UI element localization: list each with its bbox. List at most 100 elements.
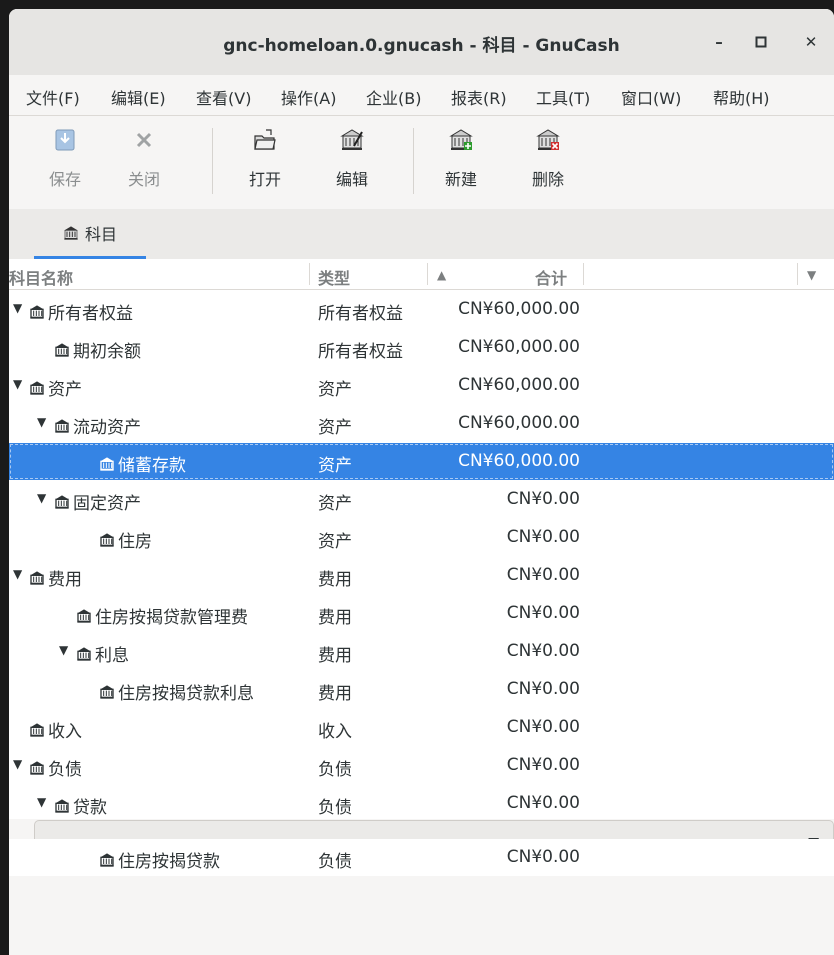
table-row[interactable]: ▼ 流动资产 资产 CN¥60,000.00 [9,405,834,442]
account-icon [77,646,91,661]
account-edit-icon [340,129,364,150]
account-icon [30,570,44,585]
account-total: CN¥0.00 [506,527,580,547]
expander-icon[interactable]: ▼ [13,377,27,391]
account-type: 资产 [318,494,352,514]
column-separator [427,263,428,285]
account-icon [55,418,69,433]
close-label: 关闭 [127,170,160,189]
account-type: 费用 [318,570,352,590]
account-total: CN¥0.00 [506,641,580,661]
account-total: CN¥0.00 [506,755,580,775]
close-button[interactable]: 关闭 [114,124,174,204]
expander-icon[interactable]: ▼ [13,567,27,581]
sort-ascending-icon[interactable]: ▲ [437,268,446,282]
delete-account-button[interactable]: 删除 [518,124,578,204]
column-type-header[interactable]: 类型 [318,265,350,289]
open-button[interactable]: 打开 [235,124,295,204]
account-total: CN¥0.00 [506,679,580,699]
menu-file[interactable]: 文件(F) [26,85,80,109]
account-icon [64,225,78,240]
menu-edit[interactable]: 编辑(E) [111,85,166,109]
table-row[interactable]: ▼ 所有者权益 所有者权益 CN¥60,000.00 [9,291,834,328]
account-total: CN¥60,000.00 [458,375,580,395]
account-total: CN¥0.00 [506,793,580,813]
table-row[interactable]: 收入 收入 CN¥0.00 [9,709,834,746]
new-label: 新建 [444,170,477,189]
delete-label: 删除 [531,170,564,189]
save-label: 保存 [48,170,81,189]
menu-windows[interactable]: 窗口(W) [621,85,681,109]
menu-tools[interactable]: 工具(T) [536,85,590,109]
column-header: 科目名称 类型 ▲ 合计 ▼ [9,259,834,290]
account-icon [30,380,44,395]
maximize-button[interactable] [746,27,776,57]
open-label: 打开 [248,170,281,189]
account-type: 费用 [318,646,352,666]
account-name: 住房 [118,532,152,552]
maximize-icon [755,36,767,48]
account-type: 资产 [318,418,352,438]
expander-icon[interactable]: ▼ [13,301,27,315]
account-name: 固定资产 [73,494,141,514]
account-icon [55,342,69,357]
account-type: 收入 [318,722,352,742]
column-menu-button[interactable]: ▼ [807,268,816,282]
menu-actions[interactable]: 操作(A) [281,85,336,109]
edit-button[interactable]: 编辑 [322,124,382,204]
account-name: 储蓄存款 [118,456,186,476]
expander-icon[interactable]: ▼ [37,795,51,809]
close-window-button[interactable]: ✕ [796,27,826,57]
expander-icon[interactable]: ▼ [37,415,51,429]
table-row[interactable]: 期初余额 所有者权益 CN¥60,000.00 [9,329,834,366]
menu-reports[interactable]: 报表(R) [451,85,507,109]
table-row-selected[interactable]: 储蓄存款 资产 CN¥60,000.00 [9,443,834,480]
menu-view[interactable]: 查看(V) [196,85,251,109]
menu-help[interactable]: 帮助(H) [713,85,770,109]
table-row[interactable]: 住房 资产 CN¥0.00 [9,519,834,556]
account-type: 所有者权益 [318,304,403,324]
account-type: 所有者权益 [318,342,403,362]
account-icon [100,456,114,471]
account-name: 负债 [48,760,82,780]
tab-accounts[interactable]: 科目 [34,209,146,259]
account-type: 费用 [318,608,352,628]
column-separator [797,263,798,285]
account-total: CN¥60,000.00 [458,413,580,433]
account-icon [55,494,69,509]
account-name: 期初余额 [73,342,141,362]
save-button[interactable]: 保存 [35,124,95,204]
table-row[interactable]: ▼ 固定资产 资产 CN¥0.00 [9,481,834,518]
expander-icon[interactable]: ▼ [13,757,27,771]
account-icon [55,798,69,813]
title-bar: gnc-homeloan.0.gnucash - 科目 - GnuCash – … [9,9,834,76]
account-icon [100,852,114,867]
table-row[interactable]: ▼ 贷款 负债 CN¥0.00 [9,785,834,819]
expander-icon[interactable]: ▼ [37,491,51,505]
toolbar-separator [413,128,414,194]
table-row[interactable]: 住房按揭贷款管理费 费用 CN¥0.00 [9,595,834,632]
column-total-header[interactable]: 合计 [535,265,567,289]
table-row[interactable]: ▼ 资产 资产 CN¥60,000.00 [9,367,834,404]
new-account-button[interactable]: 新建 [431,124,491,204]
minimize-button[interactable]: – [704,27,734,57]
table-row[interactable]: 住房按揭贷款利息 费用 CN¥0.00 [9,671,834,708]
account-type: 资产 [318,380,352,400]
column-name-header[interactable]: 科目名称 [9,265,73,289]
account-total: CN¥60,000.00 [458,299,580,319]
table-row[interactable]: 住房按揭贷款 负债 CN¥0.00 [9,839,834,876]
table-row[interactable]: ▼ 费用 费用 CN¥0.00 [9,557,834,594]
table-row[interactable]: ▼ 利息 费用 CN¥0.00 [9,633,834,670]
account-tree-continued: 收入 收入 CN¥0.00 ▼ 负债 负债 CN¥0.00 ▼ 贷款 负债 CN… [9,709,834,819]
account-new-icon [449,129,473,150]
table-row[interactable]: ▼ 负债 负债 CN¥0.00 [9,747,834,784]
account-type: 负债 [318,852,352,872]
account-icon [77,608,91,623]
toolbar-separator [212,128,213,194]
account-total: CN¥60,000.00 [458,451,580,471]
expander-icon[interactable]: ▼ [59,643,73,657]
account-name: 住房按揭贷款利息 [118,684,254,704]
menu-business[interactable]: 企业(B) [366,85,421,109]
account-type: 费用 [318,684,352,704]
account-tree: 科目名称 类型 ▲ 合计 ▼ ▼ 所有者权益 所有者权益 CN¥60,000.0… [9,259,834,719]
